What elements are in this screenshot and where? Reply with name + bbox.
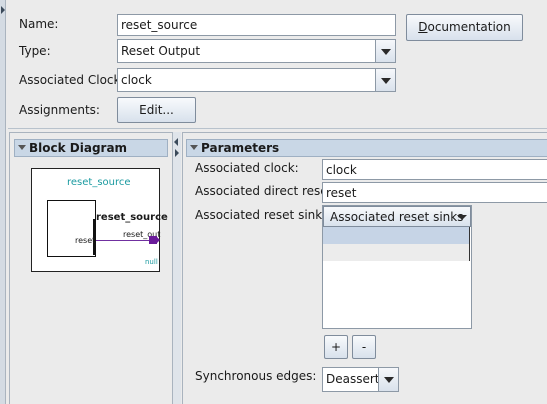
table-row[interactable] xyxy=(323,244,469,261)
clock-select[interactable]: clock xyxy=(117,68,396,92)
reset-sinks-dropdown-label: Associated reset sinks xyxy=(330,210,464,224)
sync-edges-dropdown-button[interactable] xyxy=(378,368,398,391)
remove-sink-button[interactable]: - xyxy=(352,335,376,359)
assoc-direct-reset-label: Associated direct reset: xyxy=(195,184,337,198)
port-arrow-icon xyxy=(156,236,160,244)
chevron-down-icon xyxy=(381,49,391,55)
assoc-reset-sinks-label: Associated reset sinks: xyxy=(195,208,333,222)
sync-edges-value: Deassert xyxy=(326,372,380,386)
sync-edges-select[interactable]: Deassert xyxy=(322,367,399,392)
type-label: Type: xyxy=(19,44,51,58)
assoc-clock-field[interactable]: clock xyxy=(322,159,547,180)
collapse-triangle-icon xyxy=(190,145,198,150)
chevron-down-icon xyxy=(381,78,391,84)
panel-splitter[interactable] xyxy=(173,132,181,404)
type-select-value: Reset Output xyxy=(121,44,201,58)
splitter-right-arrow-icon[interactable] xyxy=(175,149,179,157)
assoc-direct-reset-field[interactable]: reset xyxy=(322,182,547,203)
chevron-down-icon xyxy=(457,215,467,220)
sync-edges-label: Synchronous edges: xyxy=(195,369,317,383)
name-label: Name: xyxy=(19,17,59,31)
clock-label: Associated Clock: xyxy=(19,73,125,87)
edit-assignments-button[interactable]: Edit... xyxy=(117,97,196,123)
collapse-triangle-icon xyxy=(18,145,26,150)
block-name-label: reset_source xyxy=(96,212,168,223)
chevron-down-icon xyxy=(384,377,394,383)
assignments-label: Assignments: xyxy=(19,103,100,117)
assoc-clock-label: Associated clock: xyxy=(195,161,299,175)
documentation-button[interactable]: Documentation xyxy=(406,14,523,41)
add-sink-button[interactable]: + xyxy=(324,335,348,359)
clock-select-value: clock xyxy=(121,73,152,87)
table-column-divider xyxy=(469,227,470,261)
reset-sinks-column-header[interactable]: Associated reset sinks xyxy=(323,206,471,227)
documentation-label: ocumentation xyxy=(427,20,511,34)
type-dropdown-button[interactable] xyxy=(375,40,395,62)
name-field[interactable]: reset_source xyxy=(117,14,396,36)
left-splitter[interactable] xyxy=(0,0,6,404)
block-diagram-title: Block Diagram xyxy=(29,141,128,155)
block-diagram-header[interactable]: Block Diagram xyxy=(14,139,168,157)
module-block xyxy=(47,200,96,257)
splitter-arrow-icon[interactable] xyxy=(1,6,5,14)
type-select[interactable]: Reset Output xyxy=(117,39,396,63)
table-row[interactable] xyxy=(323,227,469,244)
null-label: null xyxy=(145,258,158,266)
reset-out-wire xyxy=(96,240,149,241)
parameters-title: Parameters xyxy=(201,141,280,155)
form-separator xyxy=(8,128,547,129)
clock-dropdown-button[interactable] xyxy=(375,69,395,91)
parameters-header[interactable]: Parameters xyxy=(186,139,547,157)
module-title: reset_source xyxy=(67,177,131,188)
reset-port-label: reset xyxy=(75,236,96,245)
splitter-left-arrow-icon[interactable] xyxy=(174,138,178,146)
